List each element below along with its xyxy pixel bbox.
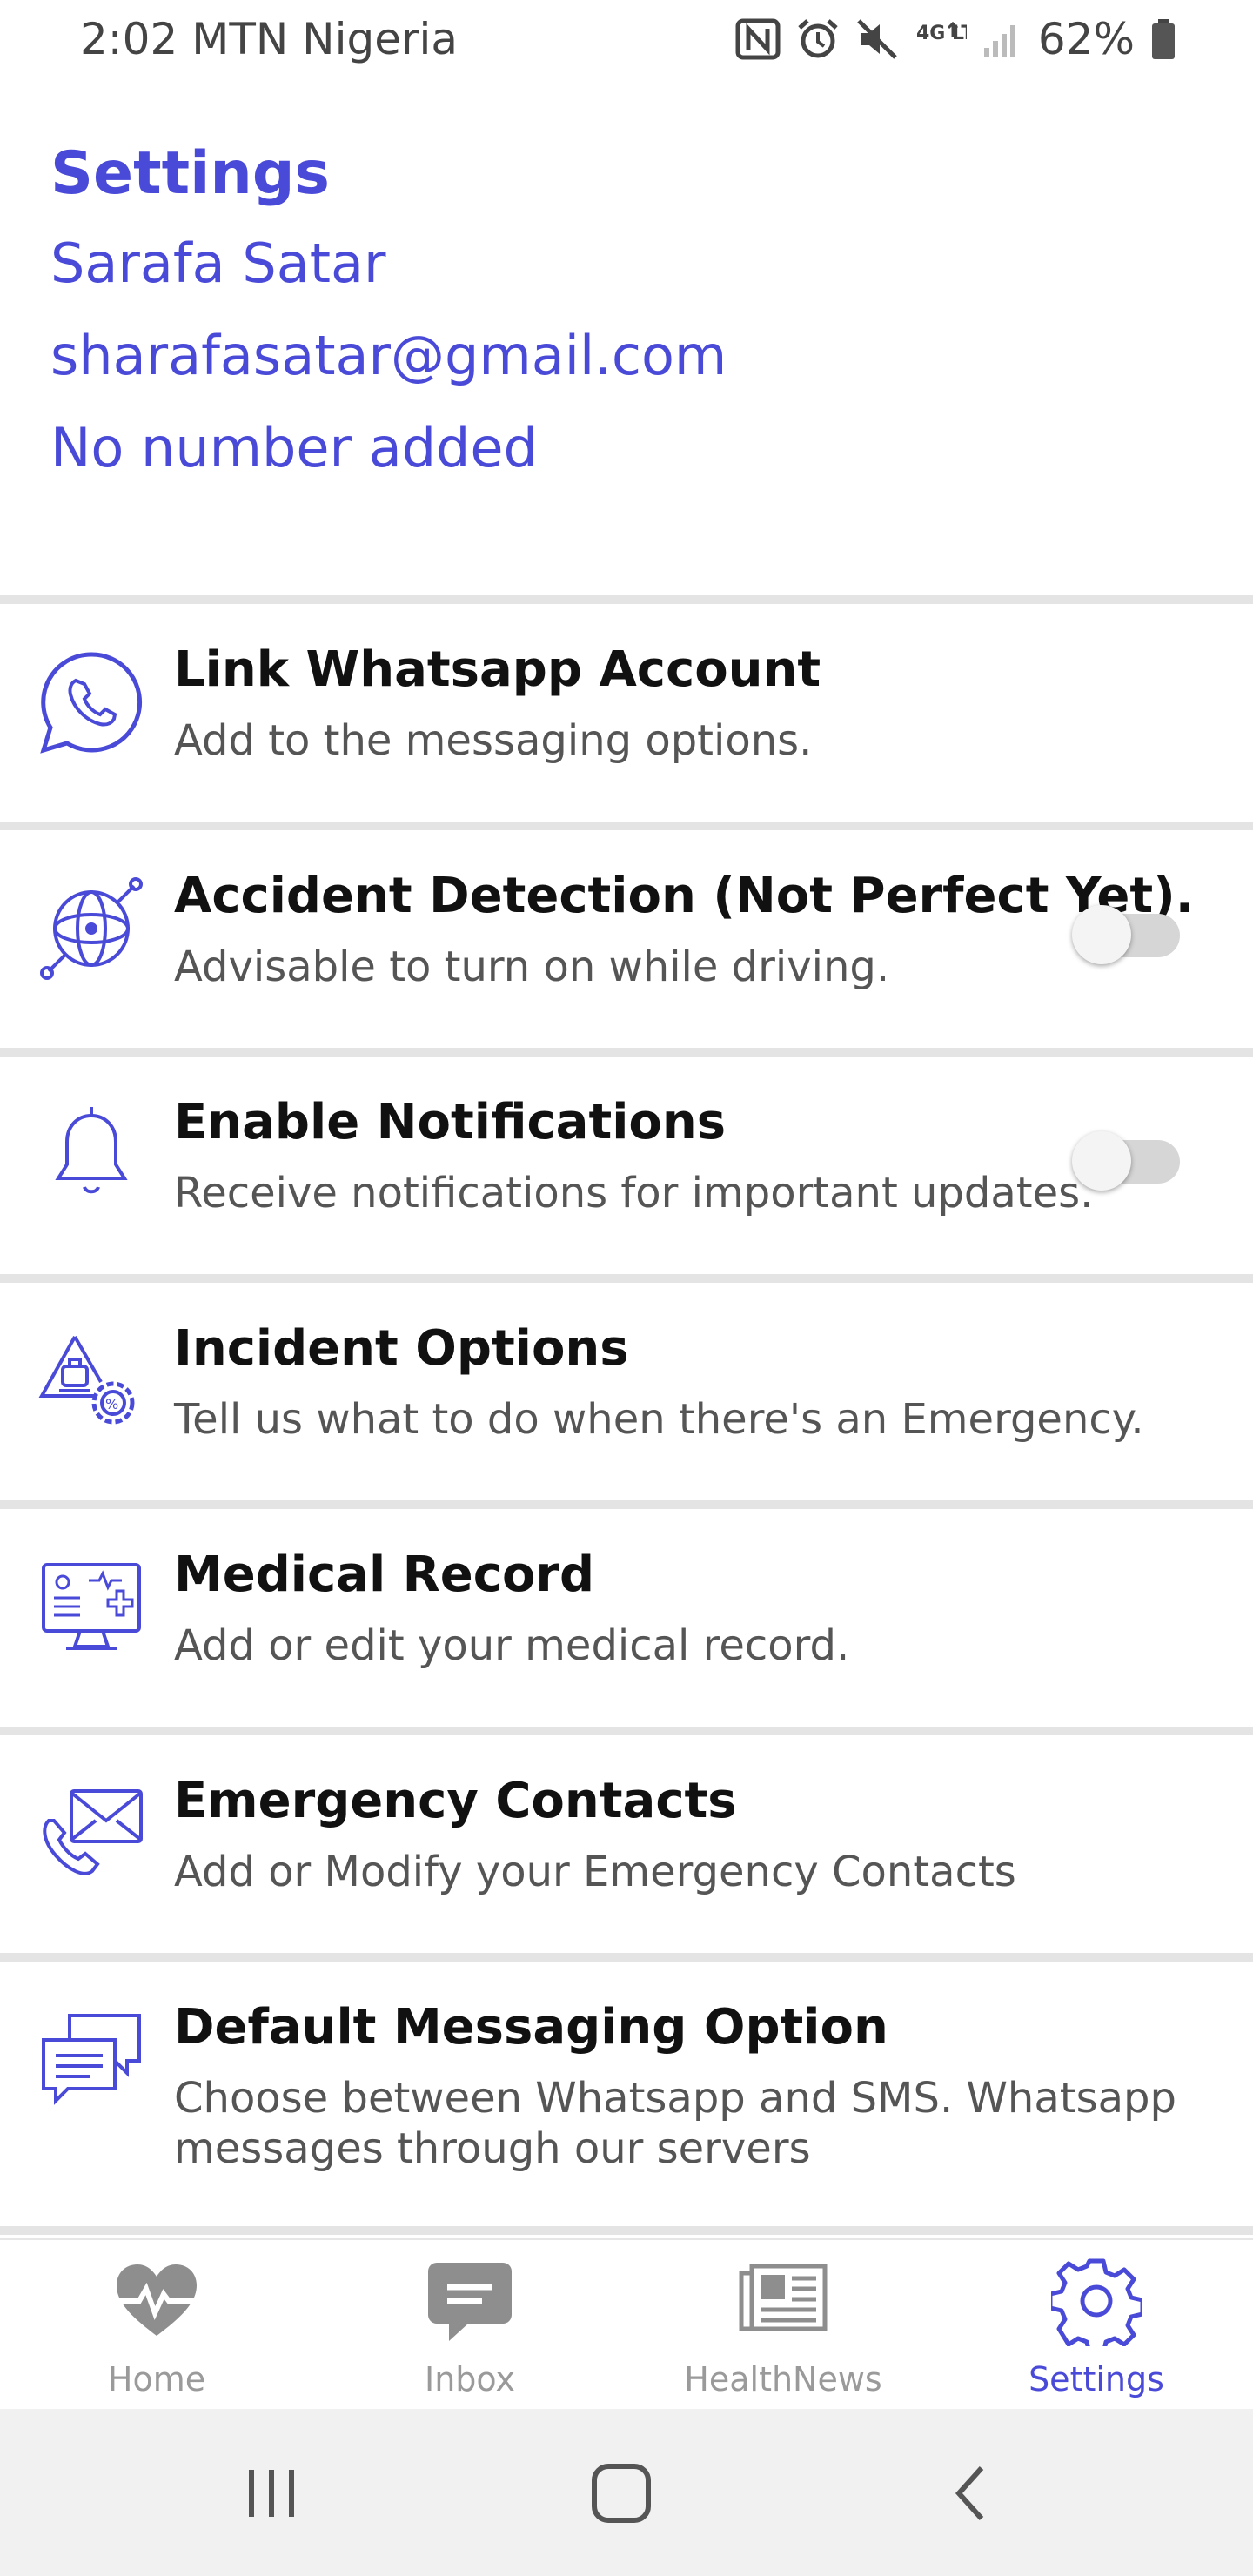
setting-subtitle: Add or edit your medical record. xyxy=(174,1621,850,1670)
nav-label: Home xyxy=(107,2360,206,2398)
nav-healthnews[interactable]: HealthNews xyxy=(626,2256,940,2409)
user-name: Sarafa Satar xyxy=(50,231,386,295)
divider xyxy=(0,1953,1253,1962)
setting-incident-options[interactable]: % Incident Options Tell us what to do wh… xyxy=(0,1283,1253,1500)
page-title: Settings xyxy=(50,139,330,208)
nav-label: Settings xyxy=(1029,2360,1164,2398)
setting-accident-detection[interactable]: Accident Detection (Not Perfect Yet). Ad… xyxy=(0,830,1253,1048)
nav-label: Inbox xyxy=(425,2360,515,2398)
user-phone: No number added xyxy=(50,416,538,480)
setting-subtitle: Tell us what to do when there's an Emerg… xyxy=(174,1395,1144,1444)
mute-icon xyxy=(855,15,899,64)
incident-options-icon: % xyxy=(37,1326,146,1436)
divider xyxy=(0,2226,1253,2235)
alarm-icon xyxy=(796,15,840,64)
gear-icon xyxy=(1048,2256,1145,2356)
chat-icon xyxy=(37,2005,146,2115)
accident-detection-icon xyxy=(37,874,146,983)
home-icon[interactable] xyxy=(578,2454,665,2532)
battery-icon xyxy=(1150,15,1176,64)
back-icon[interactable] xyxy=(928,2454,1015,2532)
bottom-navigation: Home Inbox HealthNews Settings xyxy=(0,2238,1253,2411)
battery-percent: 62% xyxy=(1037,14,1135,64)
setting-link-whatsapp[interactable]: Link Whatsapp Account Add to the messagi… xyxy=(0,604,1253,822)
status-left: 2:02 MTN Nigeria xyxy=(80,14,458,64)
setting-title: Incident Options xyxy=(174,1320,629,1377)
setting-title: Accident Detection (Not Perfect Yet). xyxy=(174,868,1195,924)
setting-subtitle: Advisable to turn on while driving. xyxy=(174,943,890,991)
setting-subtitle: Choose between Whatsapp and SMS. Whatsap… xyxy=(174,2074,1176,2173)
nav-home[interactable]: Home xyxy=(0,2256,313,2409)
divider xyxy=(0,1048,1253,1057)
svg-text:4G LTE: 4G LTE xyxy=(916,23,967,44)
setting-title: Enable Notifications xyxy=(174,1094,727,1150)
divider xyxy=(0,1500,1253,1509)
status-carrier: MTN Nigeria xyxy=(191,14,459,64)
status-time: 2:02 xyxy=(80,14,178,64)
user-email: sharafasatar@gmail.com xyxy=(50,324,727,387)
setting-title: Default Messaging Option xyxy=(174,1999,888,2056)
setting-enable-notifications[interactable]: Enable Notifications Receive notificatio… xyxy=(0,1057,1253,1274)
bell-icon xyxy=(37,1100,146,1210)
setting-emergency-contacts[interactable]: Emergency Contacts Add or Modify your Em… xyxy=(0,1735,1253,1953)
toggle-knob xyxy=(1072,905,1131,964)
nav-label: HealthNews xyxy=(684,2360,882,2398)
setting-subtitle: Add to the messaging options. xyxy=(174,716,813,765)
status-right: 4G LTE 62% xyxy=(735,14,1176,64)
setting-default-messaging[interactable]: Default Messaging Option Choose between … xyxy=(0,1962,1253,2223)
heart-pulse-icon xyxy=(111,2256,202,2346)
svg-text:%: % xyxy=(105,1396,118,1412)
newspaper-icon xyxy=(738,2256,828,2346)
setting-medical-record[interactable]: Medical Record Add or edit your medical … xyxy=(0,1509,1253,1727)
account-header: Settings Sarafa Satar sharafasatar@gmail… xyxy=(50,131,1216,494)
divider xyxy=(0,1727,1253,1735)
message-icon xyxy=(425,2256,515,2346)
recent-apps-icon[interactable] xyxy=(228,2454,315,2532)
medical-record-icon xyxy=(37,1553,146,1662)
setting-title: Medical Record xyxy=(174,1546,595,1603)
divider xyxy=(0,822,1253,830)
whatsapp-icon xyxy=(37,647,146,757)
nfc-icon xyxy=(735,15,781,64)
setting-title: Emergency Contacts xyxy=(174,1773,737,1829)
toggle-knob xyxy=(1072,1131,1131,1191)
notifications-toggle[interactable] xyxy=(1072,1131,1183,1191)
accident-detection-toggle[interactable] xyxy=(1072,905,1183,964)
system-navigation-bar xyxy=(0,2409,1253,2576)
divider xyxy=(0,1274,1253,1283)
nav-settings[interactable]: Settings xyxy=(940,2256,1253,2409)
divider xyxy=(0,595,1253,604)
status-bar: 2:02 MTN Nigeria 4G LTE 62% xyxy=(0,0,1253,87)
emergency-contacts-icon xyxy=(37,1779,146,1888)
setting-title: Link Whatsapp Account xyxy=(174,641,821,698)
setting-subtitle: Add or Modify your Emergency Contacts xyxy=(174,1848,1016,1896)
signal-icon xyxy=(982,15,1022,64)
network-4g-icon: 4G LTE xyxy=(915,15,967,64)
setting-subtitle: Receive notifications for important upda… xyxy=(174,1169,1094,1218)
nav-inbox[interactable]: Inbox xyxy=(313,2256,626,2409)
